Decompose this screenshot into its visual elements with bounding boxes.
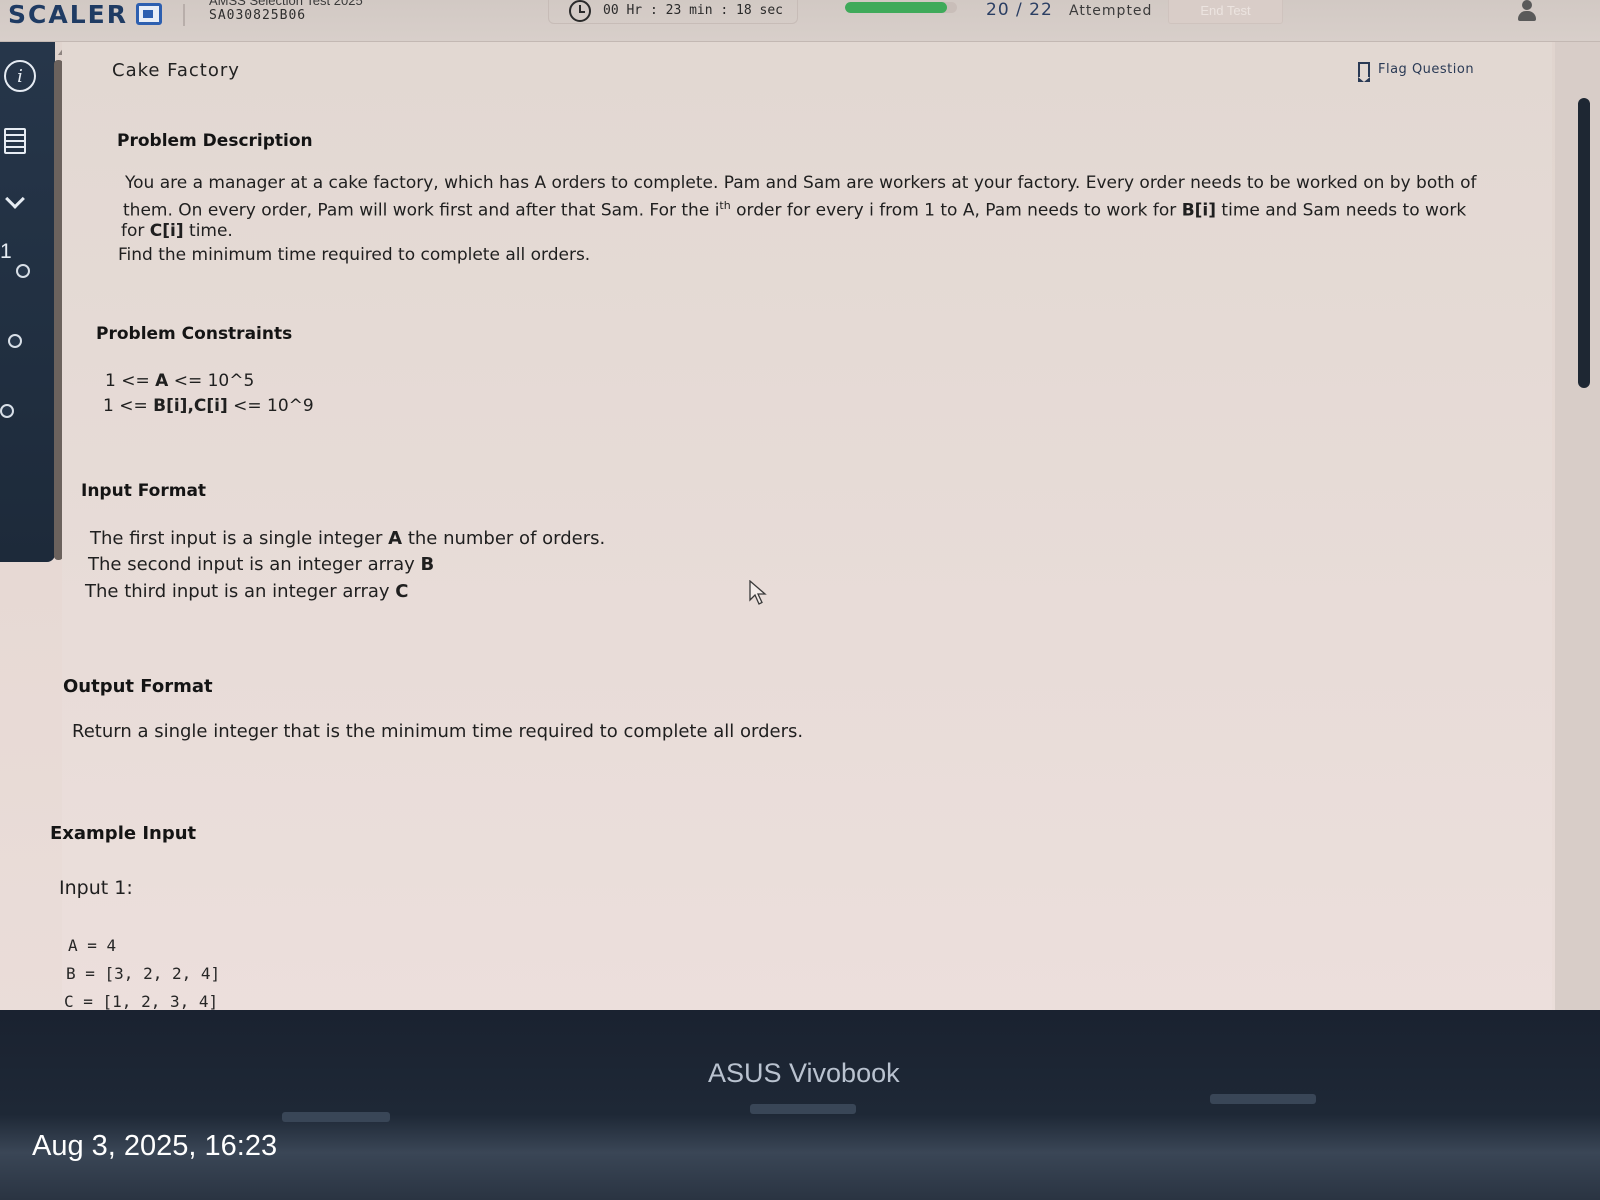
divider <box>183 4 185 26</box>
end-test-button[interactable]: End Test <box>1168 0 1283 24</box>
status-dot-icon[interactable] <box>8 334 22 348</box>
laptop-brand: ASUS Vivobook <box>708 1058 900 1088</box>
constraint-text: 1 <= <box>103 396 154 416</box>
description-line-3: for C[i] time. <box>121 219 233 243</box>
flag-label: Flag Question <box>1378 62 1475 77</box>
constraint-2: 1 <= B[i],C[i] <= 10^9 <box>103 394 314 418</box>
bookmark-icon <box>1358 62 1370 82</box>
top-bar: SCALER AMSS Selection Test 2025 SA030825… <box>0 0 1600 42</box>
hinge <box>282 1112 390 1122</box>
question-title: Cake Factory <box>112 60 240 81</box>
example-b: B = [3, 2, 2, 4] <box>66 964 221 983</box>
hinge <box>750 1104 856 1114</box>
scaler-logo: SCALER <box>8 0 162 29</box>
desc-text: time and Sam needs to work <box>1216 200 1467 221</box>
test-title: AMSS Selection Test 2025 <box>209 0 363 8</box>
chevron-down-icon[interactable] <box>5 189 25 209</box>
description-line-2: them. On every order, Pam will work firs… <box>123 194 1466 223</box>
status-dot-icon[interactable] <box>0 404 14 418</box>
hinge <box>1210 1094 1316 1104</box>
right-scrollbar[interactable] <box>1578 98 1590 388</box>
photo-timestamp: Aug 3, 2025, 16:23 <box>32 1130 278 1162</box>
test-code: SA030825B06 <box>209 8 307 23</box>
logo-mark-icon <box>135 3 162 25</box>
description-line-4: Find the minimum time required to comple… <box>118 245 591 265</box>
question-number[interactable]: 1 <box>0 240 12 264</box>
left-rail: i 1 <box>0 42 55 562</box>
input-line-2: The second input is an integer array B <box>88 553 434 577</box>
input-format-heading: Input Format <box>81 481 207 501</box>
attempted-count: 20 / 22 <box>986 0 1053 20</box>
input-line-1: The first input is a single integer A th… <box>90 527 605 551</box>
description-line-1: You are a manager at a cake factory, whi… <box>125 173 1477 193</box>
timer: 00 Hr : 23 min : 18 sec <box>548 0 798 24</box>
input-line-3: The third input is an integer array C <box>85 580 408 604</box>
progress-fill <box>845 2 947 13</box>
progress-bar <box>845 2 957 13</box>
constraint-text: 1 <= <box>105 371 156 391</box>
timer-text: 00 Hr : 23 min : 18 sec <box>603 3 784 18</box>
flag-question-button[interactable]: Flag Question <box>1358 62 1475 82</box>
input-bold: B <box>420 554 435 575</box>
input-text: The first input is a single integer <box>90 528 389 549</box>
example-input-heading: Example Input <box>50 823 197 844</box>
desc-text: them. On every order, Pam will work firs… <box>123 200 720 221</box>
output-text: Return a single integer that is the mini… <box>72 721 804 742</box>
desc-bold: B[i] <box>1181 200 1217 221</box>
output-format-heading: Output Format <box>63 676 213 697</box>
logo-text: SCALER <box>8 0 128 29</box>
info-icon[interactable]: i <box>4 60 36 92</box>
status-dot-icon[interactable] <box>16 264 30 278</box>
input-text: The third input is an integer array <box>85 581 396 602</box>
user-icon[interactable] <box>1517 0 1537 22</box>
list-icon[interactable] <box>4 128 26 154</box>
desc-text: time. <box>183 221 233 241</box>
desc-text: for <box>121 221 150 241</box>
screen: SCALER AMSS Selection Test 2025 SA030825… <box>0 0 1600 1030</box>
constraint-text: <= 10^9 <box>227 396 314 416</box>
input-text: The second input is an integer array <box>88 554 421 575</box>
mouse-cursor-icon <box>749 580 767 605</box>
constraint-text: <= 10^5 <box>168 371 255 391</box>
desc-bold: C[i] <box>149 221 184 241</box>
attempted-label: Attempted <box>1069 3 1153 19</box>
example-a: A = 4 <box>68 936 117 955</box>
constraints-heading: Problem Constraints <box>96 324 293 344</box>
input-text: the number of orders. <box>402 528 606 549</box>
input-bold: C <box>395 581 409 602</box>
desc-sup: th <box>719 199 731 212</box>
constraint-1: 1 <= A <= 10^5 <box>105 369 254 393</box>
input-bold: A <box>388 528 403 549</box>
clock-icon <box>569 0 591 22</box>
constraint-bold: B[i],C[i] <box>153 396 228 416</box>
example-label: Input 1: <box>59 877 133 899</box>
problem-description-heading: Problem Description <box>117 131 313 151</box>
constraint-bold: A <box>155 371 169 391</box>
desc-text: order for every i from 1 to A, Pam needs… <box>730 200 1182 221</box>
